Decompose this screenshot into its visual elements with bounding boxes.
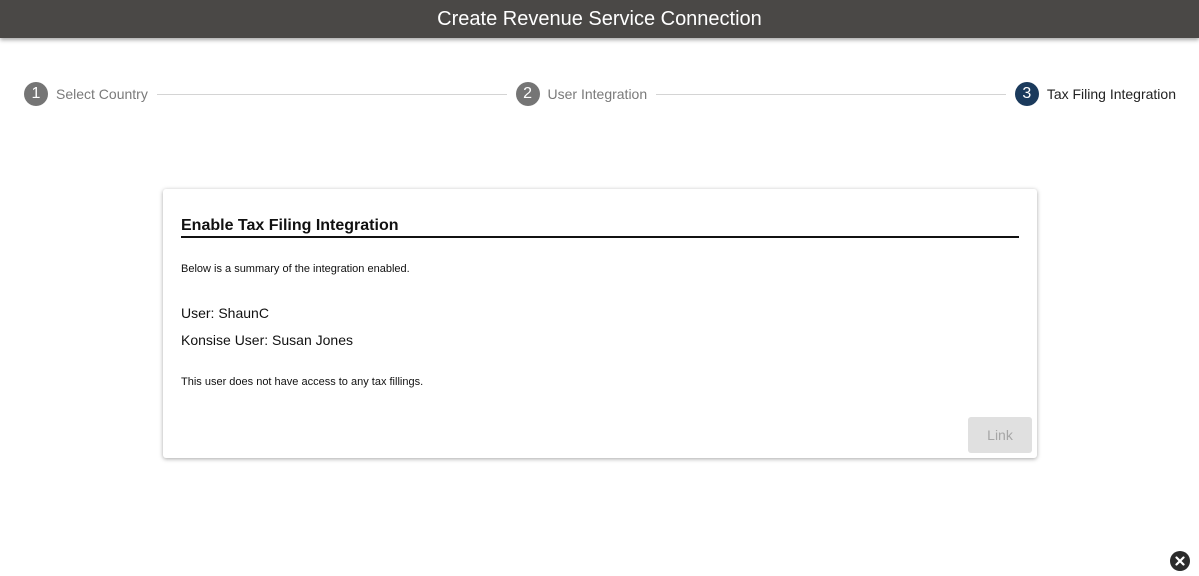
stepper: 1 Select Country 2 User Integration 3 Ta… (24, 82, 1176, 106)
step-label-tax-filing-integration: Tax Filing Integration (1046, 86, 1176, 102)
user-value: User: ShaunC (181, 305, 269, 321)
summary-text: Below is a summary of the integration en… (181, 263, 410, 275)
step-number-2: 2 (515, 82, 540, 106)
step-number-1: 1 (24, 82, 48, 106)
dialog-header: Create Revenue Service Connection (0, 0, 1199, 38)
link-button[interactable]: Link (968, 417, 1032, 453)
step-number-3: 3 (1014, 82, 1039, 106)
access-note: This user does not have access to any ta… (181, 376, 424, 388)
close-button[interactable] (1170, 551, 1190, 571)
step-connector (156, 93, 507, 95)
step-connector (656, 93, 1006, 95)
step-select-country[interactable]: 1 Select Country (24, 82, 148, 106)
tax-filing-card: Enable Tax Filing Integration Below is a… (163, 189, 1037, 458)
step-label-user-integration: User Integration (547, 86, 648, 102)
konsise-user-value: Konsise User: Susan Jones (181, 332, 353, 348)
step-tax-filing-integration[interactable]: 3 Tax Filing Integration (1014, 82, 1176, 106)
dialog-title: Create Revenue Service Connection (437, 7, 762, 30)
close-circle-icon (1175, 556, 1185, 566)
step-user-integration[interactable]: 2 User Integration (515, 82, 648, 106)
step-label-select-country: Select Country (56, 86, 148, 102)
card-title: Enable Tax Filing Integration (181, 217, 1019, 238)
